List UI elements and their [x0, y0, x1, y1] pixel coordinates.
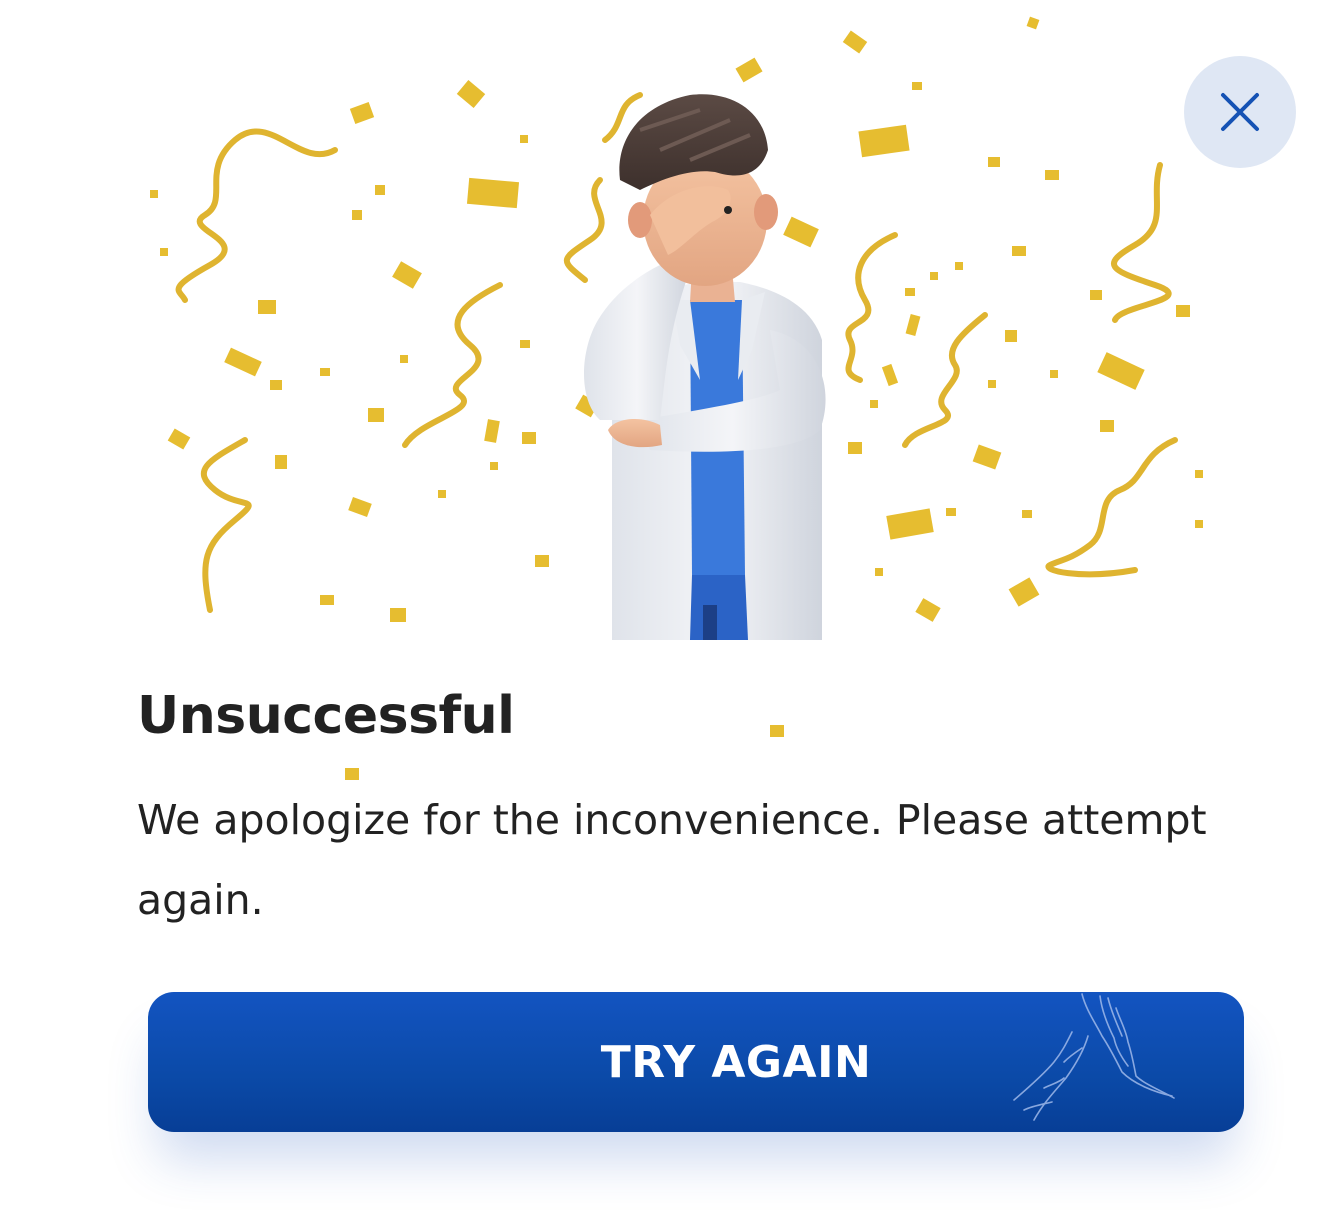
dialog-message: We apologize for the inconvenience. Plea…	[137, 796, 1207, 924]
close-button[interactable]	[1184, 56, 1296, 168]
close-icon	[1221, 93, 1259, 131]
result-dialog: Unsuccessful We apologize for the inconv…	[0, 0, 1340, 1225]
facepalm-doctor-illustration	[584, 94, 826, 640]
try-again-button[interactable]: TRY AGAIN	[148, 992, 1244, 1132]
dialog-title: Unsuccessful	[137, 686, 515, 746]
try-again-label: TRY AGAIN	[600, 1036, 872, 1088]
hands-high-five-icon	[1013, 993, 1175, 1121]
